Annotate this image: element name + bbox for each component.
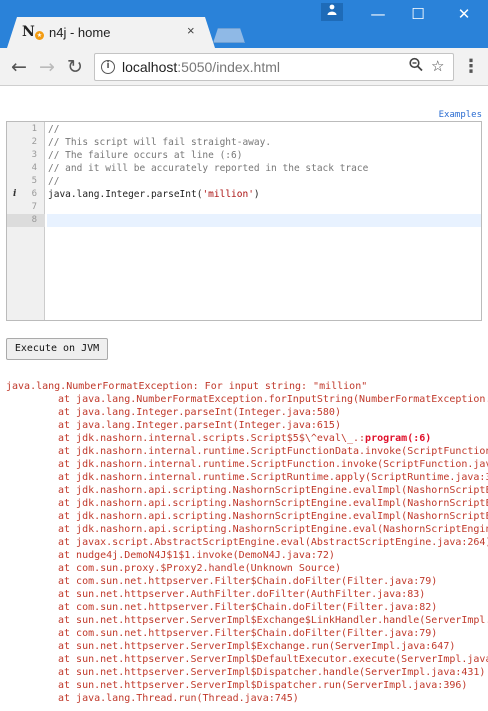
stack-frame: at sun.net.httpserver.ServerImpl$Dispatc… xyxy=(58,667,486,678)
tab-close-icon[interactable]: × xyxy=(187,23,195,38)
stack-frame: at sun.net.httpserver.ServerImpl$Dispatc… xyxy=(58,680,468,691)
stack-frame: at sun.net.httpserver.ServerImpl$Exchang… xyxy=(58,615,488,626)
forward-arrow-icon[interactable]: → xyxy=(36,56,58,78)
editor-gutter: 123456i78 xyxy=(7,122,45,320)
line-number: 1 xyxy=(31,124,37,134)
line-number: 2 xyxy=(31,137,37,147)
code-line: // xyxy=(48,176,60,187)
n4j-favicon-icon: N ★ xyxy=(22,24,44,40)
minimize-button[interactable]: — xyxy=(363,4,393,24)
stack-frame: at jdk.nashorn.api.scripting.NashornScri… xyxy=(58,511,488,522)
new-tab-button[interactable] xyxy=(213,28,245,43)
line-number: 5 xyxy=(31,176,37,186)
stack-trace-output: java.lang.NumberFormatException: For inp… xyxy=(6,380,488,711)
code-line: // This script will fail straight-away. xyxy=(48,137,272,148)
code-line xyxy=(47,214,481,227)
stack-frame: at jdk.nashorn.internal.scripts.Script$5… xyxy=(58,433,432,444)
stack-frame: at jdk.nashorn.api.scripting.NashornScri… xyxy=(58,498,488,509)
line-number: 8 xyxy=(7,214,45,227)
browser-tab-active[interactable]: N ★ n4j - home × xyxy=(7,17,215,48)
profile-icon[interactable] xyxy=(321,3,343,21)
stack-frame: at java.lang.Thread.run(Thread.java:745) xyxy=(58,693,299,704)
stack-frame: at sun.net.httpserver.ServerImpl$Exchang… xyxy=(58,641,456,652)
bookmark-star-icon[interactable]: ☆ xyxy=(431,57,444,75)
stack-frame: at com.sun.net.httpserver.Filter$Chain.d… xyxy=(58,602,438,613)
exception-header: java.lang.NumberFormatException: For inp… xyxy=(6,381,368,392)
address-bar[interactable]: i localhost:5050/index.html ☆ xyxy=(94,53,454,81)
zoom-icon[interactable] xyxy=(409,57,423,77)
stack-frame: at java.lang.NumberFormatException.forIn… xyxy=(58,394,488,405)
stack-frame: at com.sun.proxy.$Proxy2.handle(Unknown … xyxy=(58,563,341,574)
stack-frame: at jdk.nashorn.api.scripting.NashornScri… xyxy=(58,485,488,496)
url-text: localhost:5050/index.html xyxy=(122,59,280,75)
stack-frame: at jdk.nashorn.internal.runtime.ScriptFu… xyxy=(58,459,488,470)
info-icon[interactable]: i xyxy=(101,60,115,74)
stack-frame: at jdk.nashorn.internal.runtime.ScriptFu… xyxy=(58,446,488,457)
stack-frame: at jdk.nashorn.internal.runtime.ScriptRu… xyxy=(58,472,488,483)
maximize-button[interactable]: ☐ xyxy=(403,4,433,24)
line-number: 3 xyxy=(31,150,37,160)
stack-frame: at sun.net.httpserver.ServerImpl$Default… xyxy=(58,654,488,665)
stack-frame: at javax.script.AbstractScriptEngine.eva… xyxy=(58,537,488,548)
stack-frame: at com.sun.net.httpserver.Filter$Chain.d… xyxy=(58,628,438,639)
tab-title: n4j - home xyxy=(49,25,111,40)
code-line: // and it will be accurately reported in… xyxy=(48,163,369,174)
line-number: 4 xyxy=(31,163,37,173)
error-location: program(:6) xyxy=(365,433,432,444)
back-arrow-icon[interactable]: ← xyxy=(8,56,30,78)
browser-toolbar: ← → ↻ i localhost:5050/index.html ☆ ⋮ xyxy=(0,48,488,86)
code-editor[interactable]: 123456i78 //// This script will fail str… xyxy=(6,121,482,321)
stack-frame: at java.lang.Integer.parseInt(Integer.ja… xyxy=(58,407,341,418)
error-marker-icon[interactable]: i xyxy=(13,188,16,201)
code-line: // The failure occurs at line (:6) xyxy=(48,150,243,161)
stack-frame: at com.sun.net.httpserver.Filter$Chain.d… xyxy=(58,576,438,587)
reload-icon[interactable]: ↻ xyxy=(64,56,86,78)
close-window-button[interactable]: ✕ xyxy=(449,4,479,24)
stack-frame: at jdk.nashorn.api.scripting.NashornScri… xyxy=(58,524,488,535)
menu-icon[interactable]: ⋮ xyxy=(462,56,480,78)
code-line: java.lang.Integer.parseInt('million') xyxy=(48,189,260,200)
execute-on-jvm-button[interactable]: Execute on JVM xyxy=(6,338,108,360)
code-line: // xyxy=(48,124,60,135)
stack-frame: at sun.net.httpserver.AuthFilter.doFilte… xyxy=(58,589,426,600)
examples-link[interactable]: Examples xyxy=(439,110,482,120)
stack-frame: at nudge4j.DemoN4J$1$1.invoke(DemoN4J.ja… xyxy=(58,550,335,561)
stack-frame: at java.lang.Integer.parseInt(Integer.ja… xyxy=(58,420,341,431)
browser-titlebar: N ★ n4j - home × — ☐ ✕ xyxy=(0,0,488,48)
line-number: 7 xyxy=(31,202,37,212)
